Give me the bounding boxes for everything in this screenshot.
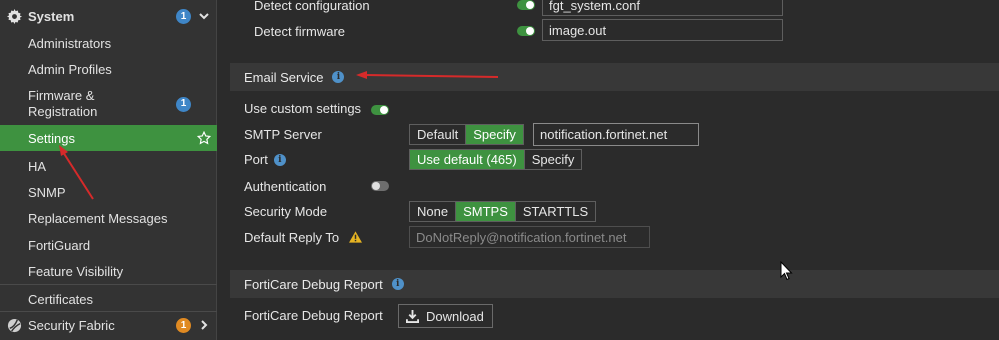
sidebar-item-admin-profiles[interactable]: Admin Profiles bbox=[0, 59, 217, 79]
sidebar-item-certificates[interactable]: Certificates bbox=[0, 289, 217, 309]
sidebar-divider bbox=[0, 311, 217, 312]
security-fabric-icon bbox=[6, 317, 22, 333]
detect-configuration-value: fgt_system.conf bbox=[549, 0, 641, 13]
forticare-debug-header: FortiCare Debug Report i bbox=[230, 270, 999, 298]
firmware-badge: 1 bbox=[176, 96, 191, 112]
sidebar-item-settings[interactable]: Settings bbox=[0, 125, 217, 151]
authentication-toggle[interactable] bbox=[371, 181, 389, 191]
info-icon[interactable]: i bbox=[273, 153, 286, 166]
authentication-label: Authentication bbox=[244, 179, 327, 194]
forticare-debug-row-label: FortiCare Debug Report bbox=[244, 308, 383, 323]
detect-firmware-toggle[interactable] bbox=[517, 26, 535, 36]
sidebar-item-label: Certificates bbox=[28, 291, 94, 307]
sidebar-item-firmware-registration[interactable]: Firmware & Registration 1 bbox=[0, 87, 217, 121]
smtp-server-label: SMTP Server bbox=[244, 127, 322, 142]
port-specify-option[interactable]: Specify bbox=[523, 150, 582, 169]
port-label: Port bbox=[244, 152, 268, 167]
email-service-title: Email Service bbox=[244, 69, 324, 85]
sidebar-item-label: Replacement Messages bbox=[28, 210, 168, 226]
smtp-default-option[interactable]: Default bbox=[410, 125, 465, 144]
info-icon[interactable]: i bbox=[332, 71, 345, 83]
sidebar-item-label: Administrators bbox=[28, 35, 112, 51]
chevron-down-icon bbox=[199, 11, 209, 21]
security-fabric-badge: 1 bbox=[176, 317, 191, 333]
smtp-specify-option[interactable]: Specify bbox=[465, 125, 523, 144]
detect-firmware-value: image.out bbox=[549, 22, 607, 38]
security-mode-label: Security Mode bbox=[244, 204, 328, 219]
security-starttls-option[interactable]: STARTTLS bbox=[514, 202, 595, 221]
security-none-option[interactable]: None bbox=[410, 202, 455, 221]
default-reply-to-input[interactable]: DoNotReply@notification.fortinet.net bbox=[409, 226, 650, 248]
detect-configuration-label: Detect configuration bbox=[254, 0, 370, 13]
sidebar-item-label: Firmware & Registration bbox=[28, 88, 98, 119]
info-icon[interactable]: i bbox=[391, 278, 404, 290]
system-badge: 1 bbox=[176, 8, 191, 24]
download-button[interactable]: Download bbox=[398, 304, 493, 328]
sidebar-divider bbox=[0, 284, 217, 285]
download-icon bbox=[406, 309, 419, 323]
download-button-label: Download bbox=[426, 308, 484, 324]
warning-icon bbox=[349, 231, 362, 246]
use-custom-settings-toggle[interactable] bbox=[371, 105, 389, 115]
sidebar-section-security-fabric-label: Security Fabric bbox=[28, 317, 115, 333]
sidebar-section-system-label: System bbox=[28, 8, 75, 24]
smtp-server-input[interactable]: notification.fortinet.net bbox=[533, 123, 699, 146]
smtp-server-value: notification.fortinet.net bbox=[540, 127, 668, 142]
sidebar-section-security-fabric[interactable]: Security Fabric 1 bbox=[0, 315, 217, 335]
sidebar-item-snmp[interactable]: SNMP bbox=[0, 182, 217, 202]
default-reply-to-placeholder: DoNotReply@notification.fortinet.net bbox=[416, 229, 627, 245]
star-icon[interactable] bbox=[196, 130, 212, 148]
detect-firmware-field[interactable]: image.out bbox=[542, 19, 783, 41]
gear-icon bbox=[6, 8, 22, 24]
smtp-server-segment: Default Specify bbox=[409, 124, 524, 145]
sidebar: System 1 Administrators Admin Profiles F… bbox=[0, 0, 217, 340]
sidebar-item-ha[interactable]: HA bbox=[0, 156, 217, 176]
forticare-debug-title: FortiCare Debug Report bbox=[244, 276, 383, 292]
sidebar-item-fortiguard[interactable]: FortiGuard bbox=[0, 235, 217, 255]
detect-configuration-toggle[interactable] bbox=[517, 0, 535, 10]
use-custom-settings-label: Use custom settings bbox=[244, 101, 362, 116]
default-reply-to-label: Default Reply To bbox=[244, 230, 340, 245]
detect-configuration-field[interactable]: fgt_system.conf bbox=[542, 0, 783, 16]
port-segment: Use default (465) Specify bbox=[409, 149, 583, 170]
sidebar-item-replacement-messages[interactable]: Replacement Messages bbox=[0, 208, 217, 228]
sidebar-item-label: Feature Visibility bbox=[28, 263, 124, 279]
sidebar-item-label: Admin Profiles bbox=[28, 61, 112, 77]
port-use-default-option[interactable]: Use default (465) bbox=[410, 150, 524, 169]
detect-firmware-label: Detect firmware bbox=[254, 24, 346, 39]
sidebar-item-administrators[interactable]: Administrators bbox=[0, 33, 217, 53]
sidebar-item-label: FortiGuard bbox=[28, 237, 91, 253]
port-label-row: Port i bbox=[244, 152, 286, 167]
sidebar-item-feature-visibility[interactable]: Feature Visibility bbox=[0, 261, 217, 281]
sidebar-item-label: HA bbox=[28, 158, 47, 174]
sidebar-section-system[interactable]: System 1 bbox=[0, 5, 217, 27]
sidebar-item-label: Settings bbox=[28, 130, 75, 146]
email-service-header: Email Service i bbox=[230, 63, 999, 91]
security-mode-segment: None SMTPS STARTTLS bbox=[409, 201, 597, 222]
sidebar-item-label: SNMP bbox=[28, 184, 66, 200]
main-content: Detect configuration fgt_system.conf Det… bbox=[230, 0, 999, 340]
security-smtps-option[interactable]: SMTPS bbox=[455, 202, 515, 221]
chevron-right-icon bbox=[199, 320, 209, 330]
